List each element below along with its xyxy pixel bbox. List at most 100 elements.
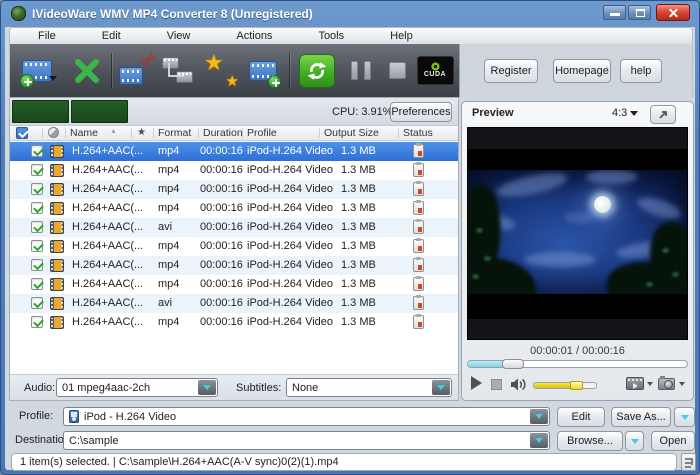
menu-actions[interactable]: Actions	[236, 30, 272, 42]
profile-select[interactable]: iPod - H.264 Video	[63, 407, 550, 426]
toolbar-dark-area: ✂ ★ ★	[10, 44, 460, 97]
edit-profile-button[interactable]: Edit	[557, 407, 605, 427]
row-duration: 00:00:16	[200, 316, 243, 328]
menu-file[interactable]: File	[38, 30, 56, 42]
dropdown-button[interactable]	[432, 380, 450, 395]
effect-button[interactable]: ★ ★	[200, 50, 242, 91]
volume-handle[interactable]	[570, 381, 583, 390]
dropdown-button[interactable]	[530, 409, 548, 424]
chevron-down-icon[interactable]	[647, 382, 653, 386]
help-button[interactable]: help	[620, 59, 662, 83]
dropdown-button[interactable]	[530, 433, 548, 448]
column-profile[interactable]: Profile	[247, 127, 277, 139]
seek-bar[interactable]	[467, 360, 688, 368]
sort-ascending-icon[interactable]: ▲	[110, 128, 117, 135]
row-output-size: 1.3 MB	[341, 221, 376, 233]
subtitles-label: Subtitles:	[236, 382, 281, 394]
menu-help[interactable]: Help	[390, 30, 413, 42]
remove-button[interactable]	[66, 50, 108, 91]
column-output-size[interactable]: Output Size	[324, 127, 379, 139]
convert-button[interactable]	[296, 50, 338, 91]
audio-select[interactable]: 01 mpeg4aac-2ch	[56, 378, 218, 397]
row-output-size: 1.3 MB	[341, 202, 376, 214]
column-name[interactable]: Name	[70, 127, 98, 139]
row-checkbox[interactable]	[31, 278, 43, 290]
nvidia-eye-icon	[430, 62, 441, 71]
camera-icon[interactable]	[658, 378, 675, 390]
maximize-button[interactable]	[628, 5, 651, 20]
table-row[interactable]: H.264+AAC(... mp4 00:00:16 iPod-H.264 Vi…	[10, 275, 458, 294]
row-checkbox[interactable]	[31, 145, 43, 157]
column-duration[interactable]: Duration	[203, 127, 243, 139]
row-checkbox[interactable]	[31, 297, 43, 309]
subtitles-value: None	[292, 382, 318, 394]
menu-edit[interactable]: Edit	[102, 30, 121, 42]
aspect-ratio-select[interactable]: 4:3	[612, 107, 638, 119]
merge-button[interactable]	[158, 50, 200, 91]
menu-tools[interactable]: Tools	[318, 30, 344, 42]
row-format: mp4	[158, 145, 179, 157]
row-duration: 00:00:16	[200, 221, 243, 233]
row-name: H.264+AAC(...	[72, 164, 143, 176]
subtitles-select[interactable]: None	[286, 378, 452, 397]
select-all-checkbox[interactable]	[16, 127, 28, 139]
video-file-icon	[50, 145, 64, 158]
video-file-icon	[50, 183, 64, 196]
table-row[interactable]: H.264+AAC(... mp4 00:00:16 iPod-H.264 Vi…	[10, 142, 458, 161]
table-row[interactable]: H.264+AAC(... avi 00:00:16 iPod-H.264 Vi…	[10, 294, 458, 313]
minimize-button[interactable]	[603, 5, 626, 20]
speaker-icon[interactable]	[511, 378, 526, 394]
diagonal-arrow-icon	[657, 109, 669, 121]
close-button[interactable]	[656, 4, 690, 21]
row-format: mp4	[158, 202, 179, 214]
seek-handle[interactable]	[502, 359, 524, 369]
table-row[interactable]: H.264+AAC(... mp4 00:00:16 iPod-H.264 Vi…	[10, 199, 458, 218]
detach-preview-button[interactable]	[650, 105, 676, 124]
table-row[interactable]: H.264+AAC(... mp4 00:00:16 iPod-H.264 Vi…	[10, 180, 458, 199]
destination-select[interactable]: C:\sample	[63, 431, 550, 450]
row-checkbox[interactable]	[31, 316, 43, 328]
volume-slider[interactable]	[533, 382, 597, 389]
video-file-icon	[50, 240, 64, 253]
stop-button[interactable]	[376, 50, 418, 91]
column-format[interactable]: Format	[158, 127, 191, 139]
table-row[interactable]: H.264+AAC(... mp4 00:00:16 iPod-H.264 Vi…	[10, 313, 458, 332]
register-button[interactable]: Register	[484, 59, 538, 83]
preferences-button[interactable]: Preferences	[390, 102, 452, 122]
dropdown-button[interactable]	[198, 380, 216, 395]
column-status[interactable]: Status	[403, 127, 433, 139]
clip-button[interactable]: ✂	[116, 50, 158, 91]
row-checkbox[interactable]	[31, 202, 43, 214]
browse-dropdown-button[interactable]	[625, 431, 644, 451]
row-checkbox[interactable]	[31, 183, 43, 195]
add-video-button[interactable]	[16, 50, 58, 91]
chevron-down-icon[interactable]	[679, 382, 685, 386]
toolbar-separator	[289, 53, 290, 88]
open-button[interactable]: Open	[651, 431, 695, 451]
row-checkbox[interactable]	[31, 164, 43, 176]
table-row[interactable]: H.264+AAC(... mp4 00:00:16 iPod-H.264 Vi…	[10, 161, 458, 180]
app-icon	[11, 6, 26, 21]
column-star-icon[interactable]: ★	[137, 127, 146, 138]
browse-button[interactable]: Browse...	[557, 431, 623, 451]
row-checkbox[interactable]	[31, 221, 43, 233]
window-content: File Edit View Actions Tools Help	[5, 27, 695, 470]
table-row[interactable]: H.264+AAC(... avi 00:00:16 iPod-H.264 Vi…	[10, 218, 458, 237]
globe-column-icon[interactable]	[48, 127, 59, 138]
table-row[interactable]: H.264+AAC(... mp4 00:00:16 iPod-H.264 Vi…	[10, 237, 458, 256]
statusbar-grip-icon[interactable]	[681, 453, 696, 471]
row-format: mp4	[158, 259, 179, 271]
menu-view[interactable]: View	[167, 30, 191, 42]
stop-playback-button[interactable]	[491, 379, 502, 390]
save-as-button[interactable]: Save As...	[611, 407, 671, 427]
homepage-button[interactable]: Homepage	[553, 59, 611, 83]
table-row[interactable]: H.264+AAC(... mp4 00:00:16 iPod-H.264 Vi…	[10, 256, 458, 275]
row-checkbox[interactable]	[31, 259, 43, 271]
save-as-dropdown-button[interactable]	[674, 407, 695, 427]
play-button[interactable]	[471, 376, 482, 390]
snapshot-film-icon[interactable]	[626, 377, 644, 390]
add-film-button[interactable]	[242, 50, 284, 91]
chevron-down-icon	[203, 385, 211, 390]
row-checkbox[interactable]	[31, 240, 43, 252]
profile-label: Profile:	[19, 410, 53, 422]
